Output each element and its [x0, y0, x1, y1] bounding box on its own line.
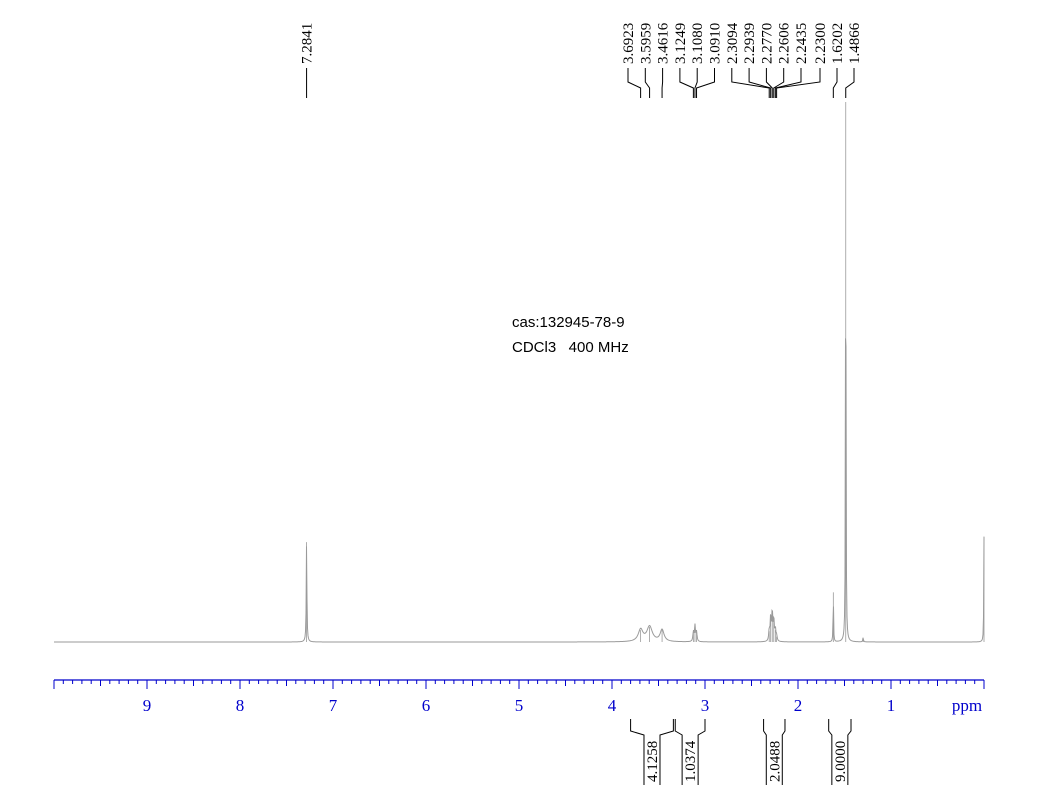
peak-label: 1.6202 [830, 23, 846, 98]
spectrum-plot [54, 102, 985, 643]
peak-label-text: 3.1249 [673, 23, 689, 64]
peak-label-text: 2.2606 [777, 22, 793, 64]
peak-label-connector [845, 68, 855, 98]
peak-label-text: 2.2770 [759, 23, 775, 64]
axis-tick-label: 9 [143, 696, 152, 715]
peak-label-text: 2.3094 [725, 22, 741, 64]
peak-label-text: 2.2939 [742, 23, 758, 64]
axis-tick-label: 1 [887, 696, 896, 715]
peak-label-connector [661, 68, 664, 98]
integral: 9.0000 [828, 719, 852, 785]
peak-label: 3.1080 [690, 23, 706, 98]
peak-label-connector [679, 68, 694, 98]
integral-value: 9.0000 [833, 741, 849, 782]
integral-value: 1.0374 [683, 740, 699, 782]
axis-tick-label: 2 [794, 696, 803, 715]
peak-label: 7.2841 [300, 23, 316, 98]
peak-label-connector [696, 68, 715, 98]
peak-label-text: 1.4866 [847, 22, 863, 64]
integral: 4.1258 [630, 719, 674, 785]
solvent-frequency-annotation: CDCl3 400 MHz [512, 339, 629, 356]
axis-tick-label: 8 [236, 696, 245, 715]
peak-label: 3.5959 [638, 23, 654, 98]
peak-label-connector [832, 68, 838, 98]
spectrum-trace [54, 338, 985, 643]
integral: 1.0374 [674, 719, 706, 785]
axis-tick-label: 6 [422, 696, 431, 715]
peak-labels: 7.2841 3.6923 3.5959 3.4616 3.1249 3.1080 3.09… [300, 22, 863, 98]
peak-label-text: 1.6202 [830, 23, 846, 64]
integral-value: 4.1258 [645, 741, 661, 782]
integral: 2.0488 [763, 719, 786, 785]
peak-label-text: 3.1080 [690, 23, 706, 64]
cas-number-annotation: cas:132945-78-9 [512, 314, 625, 331]
peak-label-connector [731, 68, 770, 98]
axis-tick-label: 5 [515, 696, 524, 715]
integral-value: 2.0488 [767, 741, 783, 782]
peak-label-connector [644, 68, 651, 98]
axis-tick-label: 3 [701, 696, 710, 715]
peak-label-text: 3.6923 [621, 23, 637, 64]
integrals: 4.1258 1.0374 2.0488 9.0000 [630, 719, 852, 785]
peak-label-connector [627, 68, 642, 98]
axis-tick-label: 7 [329, 696, 338, 715]
peak-label-text: 7.2841 [300, 23, 316, 64]
nmr-spectrum-chart: 7.2841 3.6923 3.5959 3.4616 3.1249 3.1080 3.09… [53, 22, 985, 785]
peak-label-text: 3.4616 [656, 22, 672, 64]
peak-label: 3.4616 [656, 22, 672, 98]
axis-tick-label: 4 [608, 696, 617, 715]
peak-label-text: 3.0910 [708, 23, 724, 64]
peak-label-text: 3.5959 [638, 23, 654, 64]
axis-unit-label: ppm [952, 696, 982, 715]
peak-label-text: 2.2300 [813, 23, 829, 64]
ppm-axis: 9 8 7 6 5 4 3 2 1 ppm [53, 679, 985, 715]
peak-label-text: 2.2435 [794, 23, 810, 64]
peak-label: 1.4866 [845, 22, 863, 98]
peak-label-connector [774, 68, 802, 98]
